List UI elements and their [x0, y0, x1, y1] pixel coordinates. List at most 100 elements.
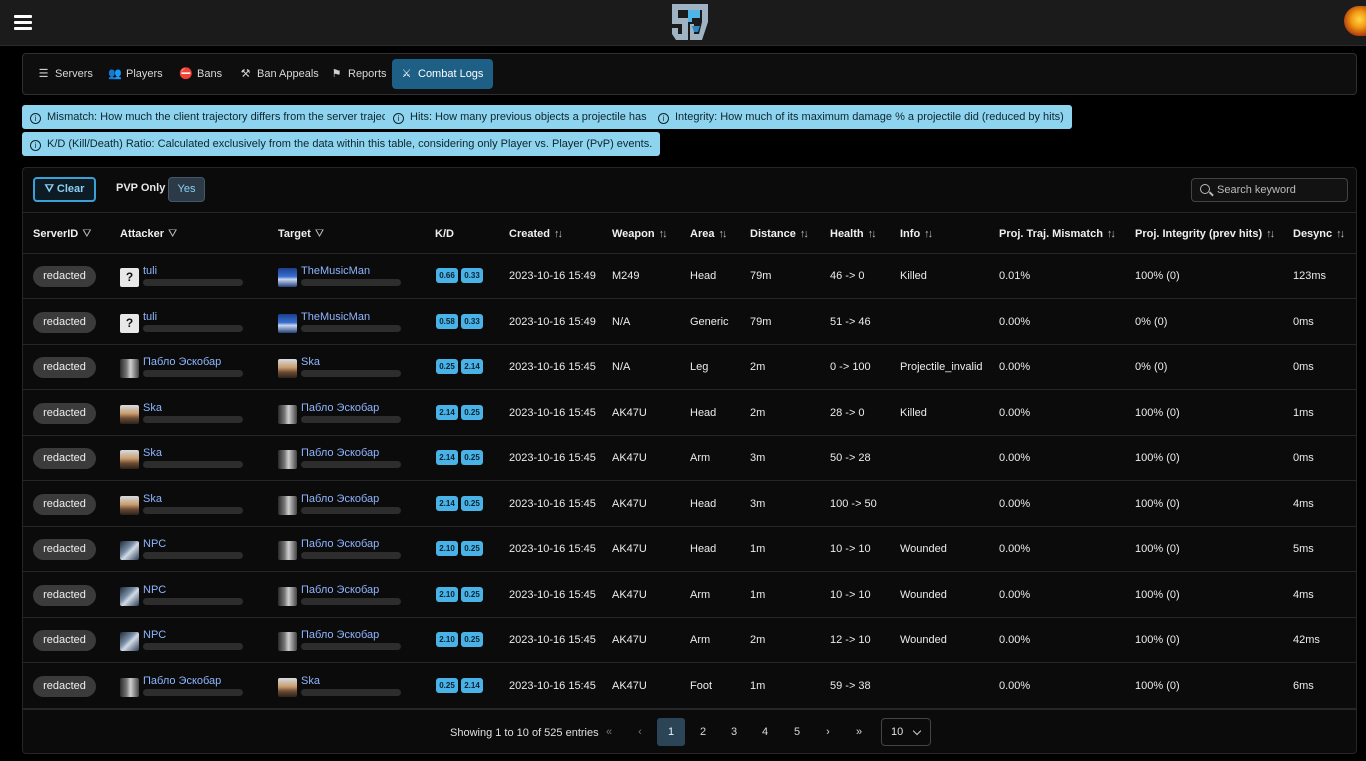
attacker-avatar[interactable]	[120, 541, 139, 560]
filter-icon[interactable]: ⛛	[315, 228, 324, 241]
col-health[interactable]: Health ↑↓	[830, 228, 877, 240]
nav-bans[interactable]: ⛔ Bans	[171, 59, 232, 89]
target-avatar[interactable]	[278, 313, 297, 333]
nav-ban-appeals[interactable]: ⚒ Ban Appeals	[231, 59, 329, 89]
target-avatar[interactable]	[278, 359, 297, 378]
target-name-link[interactable]: Ska	[301, 675, 320, 687]
attacker-name-link[interactable]: Пабло Эскобар	[143, 675, 221, 687]
attacker-name-link[interactable]: Ska	[143, 447, 162, 459]
nav-players[interactable]: 👥 Players	[100, 59, 173, 89]
last-page-button[interactable]: »	[845, 718, 873, 746]
page-button-5[interactable]: 5	[783, 718, 811, 746]
sort-icon[interactable]: ↑↓	[1266, 228, 1275, 240]
target-name-link[interactable]: Пабло Эскобар	[301, 402, 379, 414]
distance-cell: 1m	[750, 679, 766, 692]
target-avatar[interactable]	[278, 450, 297, 469]
attacker-name-link[interactable]: Ska	[143, 493, 162, 505]
sort-icon[interactable]: ↑↓	[1107, 228, 1116, 240]
attacker-avatar[interactable]: ?	[120, 268, 139, 287]
attacker-name-link[interactable]: tuli	[143, 311, 157, 323]
sort-icon[interactable]: ↑↓	[868, 228, 877, 240]
target-name-link[interactable]: TheMusicMan	[301, 311, 370, 323]
col-traj-mismatch[interactable]: Proj. Traj. Mismatch ↑↓	[999, 228, 1116, 240]
sort-icon[interactable]: ↑↓	[800, 228, 809, 240]
col-area[interactable]: Area ↑↓	[690, 228, 727, 240]
target-name-link[interactable]: TheMusicMan	[301, 265, 370, 277]
server-id-badge[interactable]: redacted	[33, 493, 96, 515]
col-server-id[interactable]: ServerID ⛛	[33, 228, 92, 241]
sort-icon[interactable]: ↑↓	[1336, 228, 1345, 240]
col-info[interactable]: Info ↑↓	[900, 228, 933, 240]
menu-icon[interactable]	[14, 15, 32, 30]
server-id-badge[interactable]: redacted	[33, 266, 96, 287]
server-id-badge[interactable]: redacted	[33, 402, 96, 424]
sort-icon[interactable]: ↑↓	[924, 228, 933, 240]
target-avatar[interactable]	[278, 677, 297, 697]
target-name-link[interactable]: Пабло Эскобар	[301, 447, 379, 459]
weapon-cell: AK47U	[612, 543, 647, 555]
attacker-name-link[interactable]: Пабло Эскобар	[143, 356, 221, 368]
target-avatar[interactable]	[278, 541, 297, 560]
attacker-avatar[interactable]: ?	[120, 313, 139, 333]
pvp-only-toggle[interactable]: Yes	[168, 177, 205, 202]
nav-servers[interactable]: ☰ Servers	[29, 59, 103, 89]
target-avatar[interactable]	[278, 632, 297, 651]
search-input[interactable]	[1217, 182, 1342, 198]
page-button-2[interactable]: 2	[689, 718, 717, 746]
target-name-link[interactable]: Ska	[301, 356, 320, 368]
filter-icon[interactable]: ⛛	[82, 228, 91, 241]
attacker-avatar[interactable]	[120, 450, 139, 469]
table-row: redacted Пабло Эскобар Ska 0.25 2.14 2023-10-…	[23, 345, 1356, 391]
attacker-name-link[interactable]: NPC	[143, 629, 166, 641]
attacker-name-link[interactable]: Ska	[143, 402, 162, 414]
server-id-badge[interactable]: redacted	[33, 311, 96, 333]
attacker-avatar[interactable]	[120, 586, 139, 606]
attacker-name-link[interactable]: NPC	[143, 584, 166, 596]
attacker-avatar[interactable]	[120, 359, 139, 378]
clear-filters-button[interactable]: ⛛ Clear	[33, 177, 96, 202]
first-page-button[interactable]: «	[595, 718, 623, 746]
site-logo[interactable]	[666, 0, 714, 44]
attacker-avatar[interactable]	[120, 404, 139, 424]
target-name-link[interactable]: Пабло Эскобар	[301, 584, 379, 596]
user-avatar[interactable]	[1344, 6, 1366, 36]
server-id-badge[interactable]: redacted	[33, 448, 96, 469]
col-created[interactable]: Created ↑↓	[509, 228, 563, 240]
weapon-cell: AK47U	[612, 679, 647, 692]
col-proj-integrity[interactable]: Proj. Integrity (prev hits) ↑↓	[1135, 228, 1275, 240]
attacker-name-link[interactable]: tuli	[143, 265, 157, 277]
nav-reports[interactable]: ⚑ Reports	[322, 59, 397, 89]
sort-icon[interactable]: ↑↓	[659, 228, 668, 240]
prev-page-button[interactable]: ‹	[626, 718, 654, 746]
page-button-4[interactable]: 4	[751, 718, 779, 746]
target-name-link[interactable]: Пабло Эскобар	[301, 493, 379, 505]
page-size-select[interactable]: 10	[881, 718, 931, 746]
filter-icon[interactable]: ⛛	[168, 228, 177, 241]
attacker-avatar[interactable]	[120, 677, 139, 697]
col-attacker[interactable]: Attacker ⛛	[120, 228, 177, 241]
sort-icon[interactable]: ↑↓	[718, 228, 727, 240]
page-button-1[interactable]: 1	[657, 718, 685, 746]
target-avatar[interactable]	[278, 495, 297, 515]
attacker-avatar[interactable]	[120, 632, 139, 651]
next-page-button[interactable]: ›	[814, 718, 842, 746]
server-id-badge[interactable]: redacted	[33, 357, 96, 378]
server-id-badge[interactable]: redacted	[33, 630, 96, 651]
col-weapon[interactable]: Weapon ↑↓	[612, 228, 668, 240]
page-button-3[interactable]: 3	[720, 718, 748, 746]
nav-combat-logs[interactable]: ⚔ Combat Logs	[392, 59, 494, 89]
col-target[interactable]: Target ⛛	[278, 228, 324, 241]
target-avatar[interactable]	[278, 586, 297, 606]
sort-icon[interactable]: ↑↓	[554, 228, 563, 240]
col-desync[interactable]: Desync ↑↓	[1293, 228, 1345, 240]
attacker-avatar[interactable]	[120, 495, 139, 515]
server-id-badge[interactable]: redacted	[33, 584, 96, 606]
target-name-link[interactable]: Пабло Эскобар	[301, 538, 379, 550]
server-id-badge[interactable]: redacted	[33, 539, 96, 560]
target-avatar[interactable]	[278, 268, 297, 287]
col-distance[interactable]: Distance ↑↓	[750, 228, 809, 240]
attacker-name-link[interactable]: NPC	[143, 538, 166, 550]
target-name-link[interactable]: Пабло Эскобар	[301, 629, 379, 641]
target-avatar[interactable]	[278, 404, 297, 424]
server-id-badge[interactable]: redacted	[33, 675, 96, 697]
